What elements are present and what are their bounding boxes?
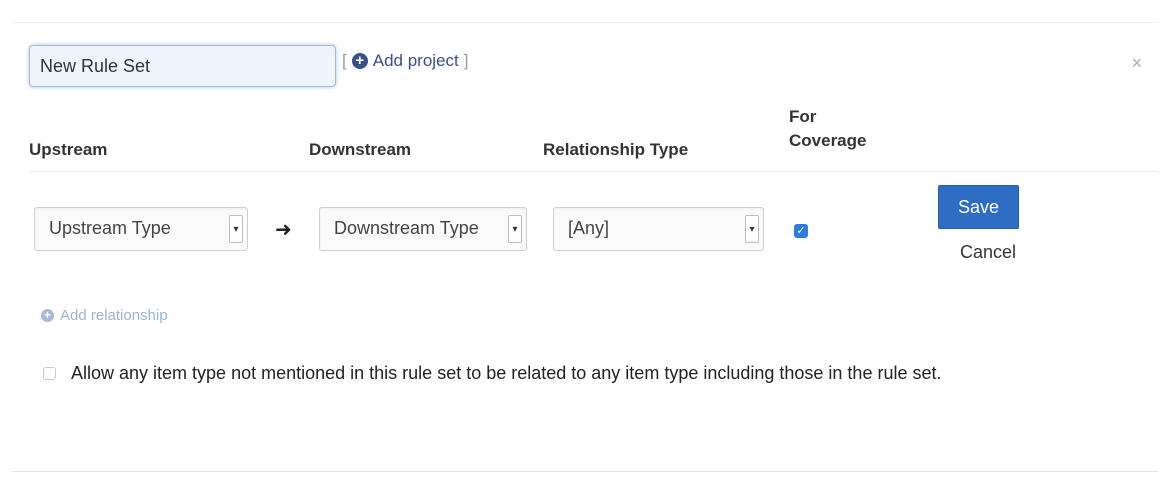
cancel-button[interactable]: Cancel bbox=[960, 242, 1016, 263]
downstream-type-select[interactable]: Downstream Type ▾ bbox=[319, 207, 527, 251]
rule-set-name-input[interactable] bbox=[29, 45, 336, 87]
upstream-type-value: Upstream Type bbox=[49, 218, 171, 238]
add-relationship-label: Add relationship bbox=[60, 307, 168, 324]
add-project-label: Add project bbox=[372, 51, 459, 70]
header-for-coverage: For Coverage bbox=[789, 105, 866, 153]
header-downstream: Downstream bbox=[309, 140, 412, 159]
downstream-type-value: Downstream Type bbox=[334, 218, 479, 238]
add-relationship-link[interactable]: + Add relationship bbox=[41, 307, 168, 324]
close-icon[interactable]: × bbox=[1131, 53, 1142, 74]
rule-set-panel: [ + Add project ] × Upstream Downstream … bbox=[12, 22, 1158, 472]
relationship-type-value: [Any] bbox=[568, 218, 610, 238]
header-for-coverage-line2: Coverage bbox=[789, 131, 867, 150]
plus-circle-icon: + bbox=[351, 53, 368, 69]
bracket-close: ] bbox=[463, 51, 469, 70]
chevron-down-icon: ▾ bbox=[229, 215, 243, 243]
for-coverage-checkbox[interactable]: ✓ bbox=[794, 224, 808, 238]
save-button[interactable]: Save bbox=[938, 185, 1019, 229]
bracket-open: [ bbox=[342, 51, 347, 70]
allow-any-checkbox[interactable] bbox=[43, 367, 56, 380]
header-relationship-type: Relationship Type bbox=[543, 140, 689, 159]
header-for-coverage-line1: For bbox=[789, 107, 817, 126]
header-divider bbox=[29, 171, 1158, 172]
arrow-right-icon: ➜ bbox=[275, 219, 292, 241]
check-icon: ✓ bbox=[796, 225, 806, 237]
chevron-down-icon: ▾ bbox=[508, 215, 522, 243]
chevron-down-icon: ▾ bbox=[745, 215, 759, 243]
upstream-type-select[interactable]: Upstream Type ▾ bbox=[34, 207, 248, 251]
plus-circle-icon: + bbox=[41, 309, 54, 322]
add-project-link[interactable]: [ + Add project ] bbox=[342, 51, 468, 71]
header-upstream: Upstream bbox=[29, 140, 108, 159]
relationship-type-select[interactable]: [Any] ▾ bbox=[553, 207, 764, 251]
allow-any-label: Allow any item type not mentioned in thi… bbox=[71, 363, 942, 383]
